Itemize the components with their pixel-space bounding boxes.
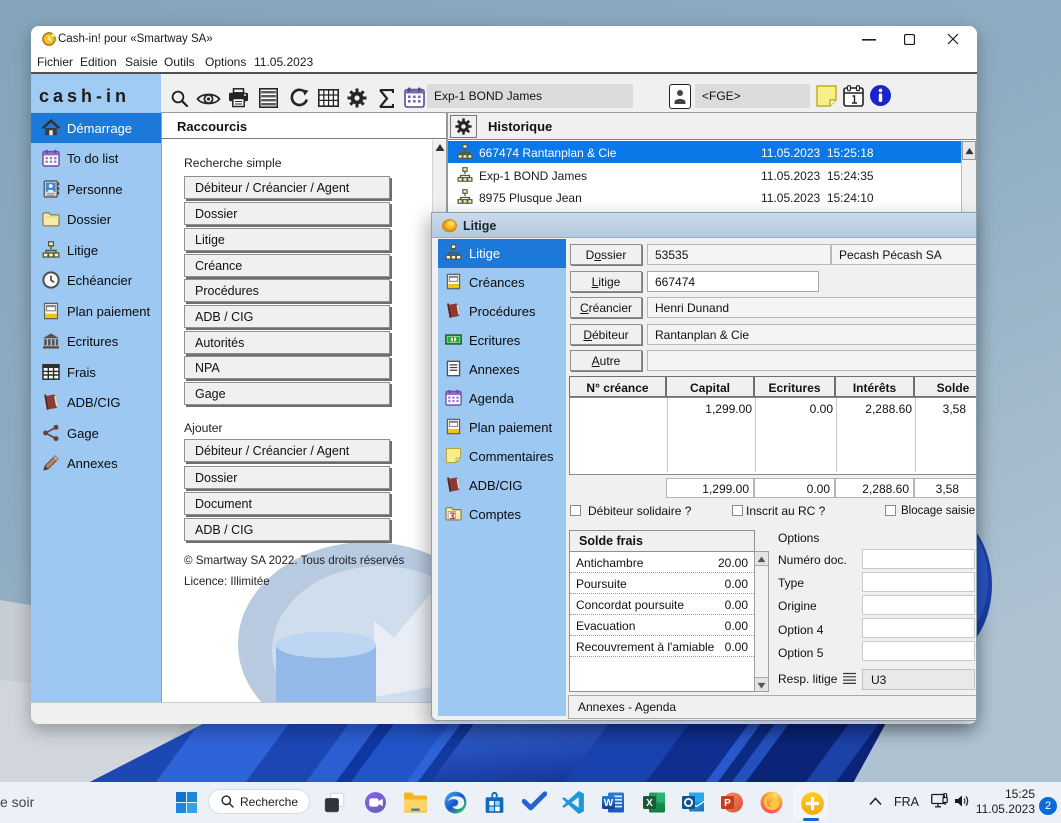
svg-text:W: W	[604, 798, 614, 809]
svg-text:X: X	[646, 798, 653, 809]
svg-text:P: P	[724, 798, 731, 809]
